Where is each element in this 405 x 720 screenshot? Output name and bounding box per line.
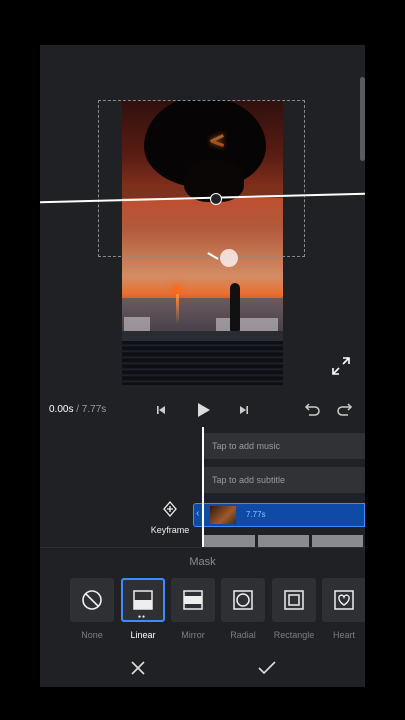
playback-bar: 0.00s / 7.77s bbox=[40, 397, 365, 423]
mask-option-label: Mirror bbox=[181, 630, 205, 640]
mask-bounding-box[interactable] bbox=[98, 100, 305, 257]
add-subtitle-track[interactable]: Tap to add subtitle bbox=[204, 467, 365, 493]
video-clip[interactable]: ‹ 7.77s bbox=[193, 503, 365, 527]
add-music-label: Tap to add music bbox=[212, 441, 281, 451]
linear-icon bbox=[133, 590, 153, 610]
mask-option-tile: ●● bbox=[121, 578, 165, 622]
scrollbar-thumb[interactable] bbox=[360, 77, 365, 161]
current-time: 0.00s bbox=[49, 404, 74, 415]
keyframe-icon bbox=[163, 501, 177, 517]
walking-person bbox=[230, 283, 240, 331]
keyframe-button[interactable]: Keyframe bbox=[148, 501, 192, 541]
skip-to-end-icon[interactable] bbox=[236, 402, 252, 418]
none-icon bbox=[82, 590, 102, 610]
total-time: / 7.77s bbox=[73, 404, 107, 415]
radial-icon bbox=[233, 590, 253, 610]
clip-filmstrip bbox=[204, 535, 365, 547]
mask-option-tile bbox=[70, 578, 114, 622]
bench-left bbox=[124, 317, 150, 331]
mask-panel-title: Mask bbox=[189, 556, 216, 568]
timeline: Tap to add music Tap to add subtitle Key… bbox=[40, 423, 365, 547]
mask-option-label: Heart bbox=[332, 630, 355, 640]
add-subtitle-label: Tap to add subtitle bbox=[212, 475, 286, 485]
clip-trim-left-icon[interactable]: ‹ bbox=[196, 508, 199, 519]
play-icon[interactable] bbox=[194, 401, 212, 419]
video-preview bbox=[40, 45, 365, 393]
mask-option-label: Linear bbox=[130, 630, 156, 640]
mask-option-none[interactable]: None bbox=[70, 578, 114, 640]
clip-thumbnail bbox=[210, 506, 236, 524]
mask-option-tile bbox=[322, 578, 365, 622]
fullscreen-icon[interactable] bbox=[332, 357, 350, 375]
mask-options: None ●● Linear Mirror Radial Rectangle H… bbox=[70, 578, 365, 644]
clip-duration: 7.77s bbox=[246, 510, 266, 519]
mask-option-heart[interactable]: Heart bbox=[322, 578, 365, 640]
add-music-track[interactable]: Tap to add music bbox=[204, 433, 365, 459]
mask-option-rectangle[interactable]: Rectangle bbox=[272, 578, 316, 640]
mask-option-radial[interactable]: Radial bbox=[221, 578, 265, 640]
mirror-icon bbox=[183, 590, 203, 610]
mask-option-label: Rectangle bbox=[273, 630, 315, 640]
rectangle-icon bbox=[284, 590, 304, 610]
more-options-dots: ●● bbox=[138, 614, 147, 620]
mask-option-label: None bbox=[81, 630, 103, 640]
playhead[interactable] bbox=[202, 427, 204, 547]
mask-rotate-handle[interactable] bbox=[220, 249, 238, 267]
video-editor-app: 0.00s / 7.77s Tap to add music Tap to ad… bbox=[40, 45, 365, 687]
confirm-check-icon[interactable] bbox=[256, 657, 278, 679]
skip-to-start-icon[interactable] bbox=[153, 402, 169, 418]
keyframe-label: Keyframe bbox=[150, 525, 190, 535]
pier bbox=[122, 331, 283, 341]
mask-option-tile bbox=[171, 578, 215, 622]
bottom-actions bbox=[40, 653, 365, 687]
mask-option-tile bbox=[221, 578, 265, 622]
setting-sun bbox=[173, 286, 181, 292]
water-surface bbox=[122, 341, 283, 385]
mask-option-mirror[interactable]: Mirror bbox=[171, 578, 215, 640]
mask-move-handle[interactable] bbox=[210, 193, 222, 205]
panel-divider bbox=[40, 547, 365, 548]
mask-option-label: Radial bbox=[230, 630, 256, 640]
mask-option-tile bbox=[272, 578, 316, 622]
time-display: 0.00s / 7.77s bbox=[49, 404, 106, 415]
mask-option-linear[interactable]: ●● Linear bbox=[121, 578, 165, 640]
sun-reflection bbox=[176, 294, 179, 324]
bench-right bbox=[216, 318, 278, 331]
undo-icon[interactable] bbox=[303, 402, 321, 418]
cancel-icon[interactable] bbox=[127, 657, 149, 679]
redo-icon[interactable] bbox=[336, 402, 354, 418]
heart-icon bbox=[334, 590, 354, 610]
